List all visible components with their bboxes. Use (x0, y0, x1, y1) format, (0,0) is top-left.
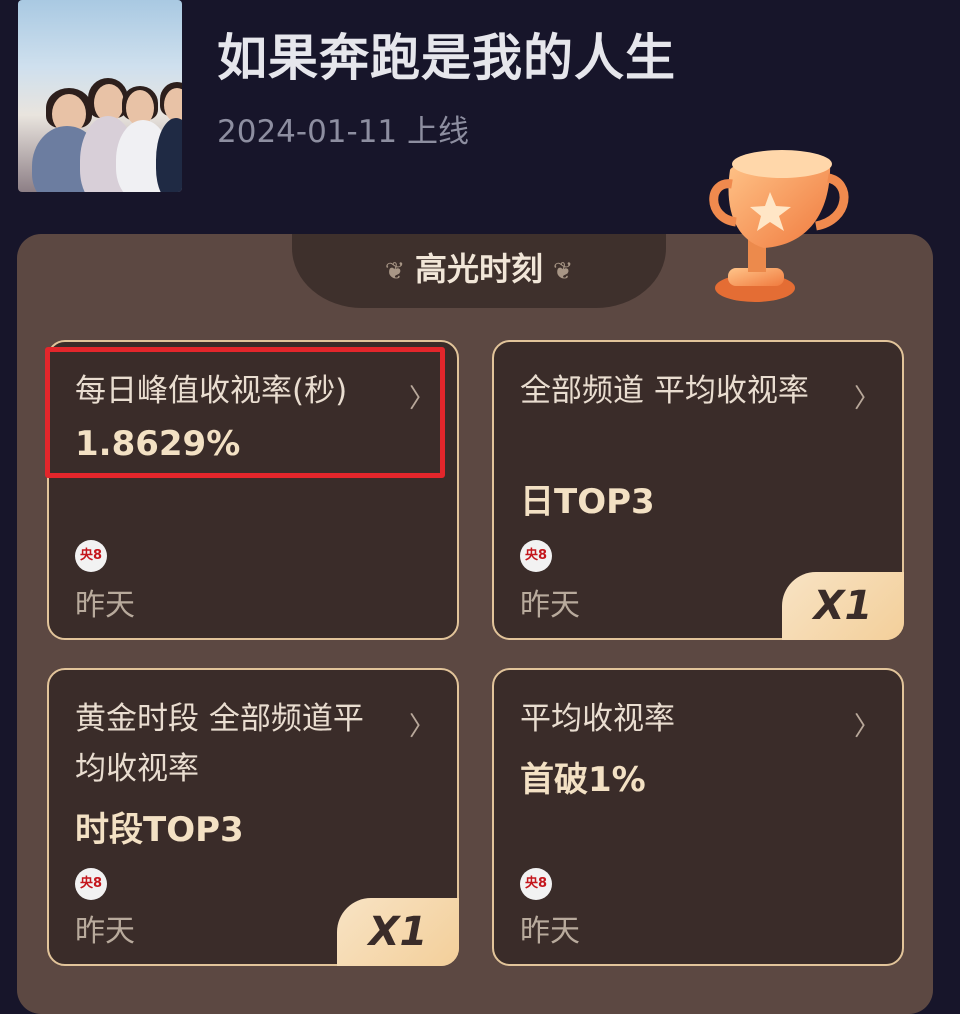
cctv8-logo-icon: 央8 (75, 540, 107, 572)
chevron-right-icon[interactable]: 〉 (409, 706, 435, 743)
cctv8-logo-icon: 央8 (75, 868, 107, 900)
chevron-right-icon[interactable]: 〉 (854, 378, 880, 415)
cctv8-logo-icon: 央8 (520, 868, 552, 900)
card-time: 昨天 (520, 914, 580, 949)
highlight-card-avg-rating[interactable]: 平均收视率 〉 首破1% 央8 昨天 (492, 668, 904, 966)
release-date: 2024-01-11 上线 (217, 114, 470, 150)
highlight-card-prime-time[interactable]: 黄金时段 全部频道平均收视率 〉 时段TOP3 央8 昨天 X1 (47, 668, 459, 966)
count-badge: X1 (782, 572, 904, 640)
trophy-icon (709, 150, 849, 302)
card-value: 时段TOP3 (75, 810, 244, 850)
card-time: 昨天 (520, 588, 580, 623)
laurel-right-icon: ❦ (553, 257, 574, 285)
laurel-left-icon: ❦ (384, 257, 405, 285)
count-badge: X1 (337, 898, 459, 966)
red-highlight-box (45, 347, 445, 478)
drama-title: 如果奔跑是我的人生 (217, 29, 676, 87)
drama-poster[interactable] (18, 0, 182, 192)
section-title: 高光时刻 (414, 250, 543, 288)
card-label: 黄金时段 全部频道平均收视率 (75, 701, 364, 787)
card-time: 昨天 (75, 588, 135, 623)
card-label: 全部频道 平均收视率 (520, 373, 809, 409)
section-header: ❦ 高光时刻 ❦ (292, 244, 666, 290)
card-label: 平均收视率 (520, 701, 675, 737)
card-time: 昨天 (75, 914, 135, 949)
chevron-right-icon[interactable]: 〉 (854, 706, 880, 743)
card-value: 首破1% (520, 760, 646, 800)
cctv8-logo-icon: 央8 (520, 540, 552, 572)
card-value: 日TOP3 (520, 482, 655, 522)
highlight-card-all-channel-avg[interactable]: 全部频道 平均收视率 〉 日TOP3 央8 昨天 X1 (492, 340, 904, 640)
